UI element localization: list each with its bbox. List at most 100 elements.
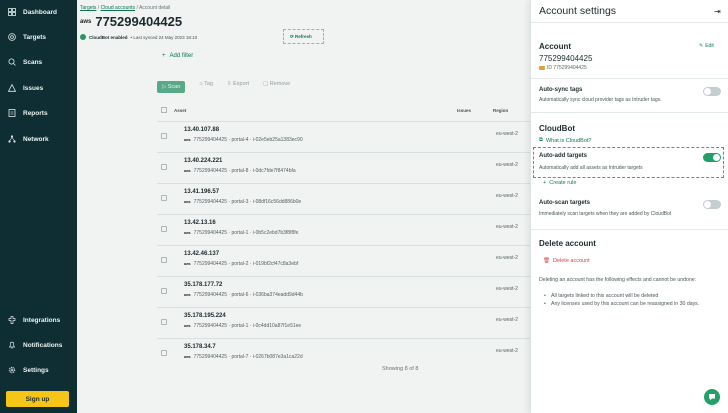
plus-icon: + <box>162 53 166 59</box>
delete-warning-text: Deleting an account has the following ef… <box>539 277 697 283</box>
asset-detail: 775299404425 · portal-3 · i-08df16c56dd8… <box>193 199 302 205</box>
plus-icon: + <box>543 180 547 186</box>
col-issues[interactable]: Issues <box>457 108 471 113</box>
row-checkbox[interactable] <box>161 319 167 325</box>
sidebar-item-integrations[interactable]: Integrations <box>8 316 60 324</box>
asset-detail: 775299404425 · portal-4 · i-02e5eb25a138… <box>193 137 303 143</box>
row-checkbox[interactable] <box>161 133 167 139</box>
pencil-icon: ✎ <box>699 43 704 49</box>
sidebar: Dashboard Targets Scans Issues Reports N… <box>0 0 77 413</box>
row-checkbox[interactable] <box>161 350 167 356</box>
asset-ip: 13.40.107.88 <box>184 127 220 133</box>
remove-button[interactable]: ▢ Remove <box>263 81 290 93</box>
table-row[interactable]: 13.40.107.88 aws 775299404425 · portal-4 ·… <box>157 121 530 152</box>
sidebar-item-dashboard[interactable]: Dashboard <box>8 8 57 16</box>
aws-logo: aws <box>80 18 92 25</box>
gear-icon <box>8 366 16 374</box>
asset-ip: 13.41.196.57 <box>184 189 220 195</box>
sidebar-item-reports[interactable]: Reports <box>8 109 48 117</box>
integrations-icon <box>8 316 16 324</box>
page-title: 775299404425 <box>95 14 183 29</box>
auto-scan-label: Auto-scan targets <box>539 200 591 206</box>
auto-scan-toggle[interactable] <box>703 200 721 209</box>
aws-icon: aws <box>184 169 191 173</box>
what-is-cloudbot-link[interactable]: ⧉ What is CloudBot? <box>539 137 592 144</box>
add-filter-button[interactable]: + Add filter <box>162 53 193 59</box>
table-row[interactable]: 35.178.34.7 aws 775299404425 · portal-7 · … <box>157 338 530 369</box>
sidebar-item-label: Scans <box>23 58 43 66</box>
asset-region: eu-west-2 <box>496 348 518 354</box>
sidebar-item-scans[interactable]: Scans <box>8 58 42 66</box>
refresh-button[interactable]: ⟳ Refresh <box>290 34 312 40</box>
export-button[interactable]: ⇩ Export <box>227 81 249 93</box>
auto-sync-label: Auto-sync tags <box>539 87 583 93</box>
targets-icon <box>8 33 16 41</box>
asset-region: eu-west-2 <box>496 255 518 261</box>
panel-title: Account settings <box>539 5 617 17</box>
sidebar-item-targets[interactable]: Targets <box>8 33 46 41</box>
table-row[interactable]: 13.42.46.137 aws 775299404425 · portal-2 ·… <box>157 245 530 276</box>
asset-ip: 35.178.177.72 <box>184 282 223 288</box>
col-region[interactable]: Region <box>493 108 508 113</box>
sidebar-item-label: Reports <box>23 109 48 117</box>
asset-detail: 775299404425 · portal-7 · i-0267b087e3a1… <box>193 354 303 360</box>
page-title-row: aws 775299404425 <box>80 14 182 29</box>
asset-region: eu-west-2 <box>496 224 518 230</box>
sidebar-item-settings[interactable]: Settings <box>8 366 49 374</box>
asset-detail: 775299404425 · portal-1 · i-0b5c2ebd7b3f… <box>193 230 299 236</box>
delete-heading: Delete account <box>539 239 596 248</box>
table-footer-count: Showing 8 of 8 <box>382 366 419 372</box>
table-row[interactable]: 13.41.196.57 aws 775299404425 · portal-3 ·… <box>157 183 530 214</box>
auto-sync-desc: Automatically sync cloud provider tags a… <box>539 97 662 103</box>
asset-ip: 35.178.195.224 <box>184 313 226 319</box>
asset-region: eu-west-2 <box>496 162 518 168</box>
account-name: 775299404425 <box>539 54 593 63</box>
row-checkbox[interactable] <box>161 257 167 263</box>
breadcrumb-targets[interactable]: Targets <box>80 5 96 11</box>
edit-account-button[interactable]: ✎ Edit <box>699 43 714 49</box>
table-row[interactable]: 13.42.13.16 aws 775299404425 · portal-1 · … <box>157 214 530 245</box>
auto-scan-desc: Immediately scan targets when they are a… <box>539 211 672 217</box>
aws-icon: aws <box>184 231 191 235</box>
dashboard-icon <box>8 8 16 16</box>
cloudbot-icon <box>80 34 86 40</box>
chat-button[interactable] <box>704 389 720 405</box>
sidebar-item-label: Network <box>23 135 49 143</box>
sidebar-item-notifications[interactable]: Notifications <box>8 341 62 349</box>
sidebar-item-network[interactable]: Network <box>8 135 49 143</box>
row-checkbox[interactable] <box>161 288 167 294</box>
tag-button[interactable]: ⌂ Tag <box>199 81 213 93</box>
chat-icon <box>709 394 715 401</box>
sidebar-item-label: Dashboard <box>23 8 57 16</box>
sidebar-item-label: Targets <box>23 33 46 41</box>
collapse-panel-icon[interactable]: ⇥ <box>714 7 721 16</box>
row-checkbox[interactable] <box>161 226 167 232</box>
auto-add-highlight <box>533 147 724 178</box>
create-rule-button[interactable]: + Create rule <box>543 180 576 186</box>
asset-region: eu-west-2 <box>496 131 518 137</box>
table-row[interactable]: 35.178.195.224 aws 775299404425 · portal-1… <box>157 307 530 338</box>
divider <box>531 112 728 113</box>
asset-ip: 35.178.34.7 <box>184 344 216 350</box>
breadcrumb-current: Account detail <box>138 5 171 11</box>
issues-icon <box>8 84 16 92</box>
sidebar-item-issues[interactable]: Issues <box>8 84 43 92</box>
auto-sync-toggle[interactable] <box>703 87 721 96</box>
aws-icon: aws <box>184 293 191 297</box>
reports-icon <box>8 109 16 117</box>
breadcrumb-cloud-accounts[interactable]: Cloud accounts <box>101 5 135 11</box>
divider <box>531 22 728 23</box>
row-checkbox[interactable] <box>161 195 167 201</box>
col-asset[interactable]: Asset <box>174 108 186 113</box>
aws-icon: aws <box>184 200 191 204</box>
sign-up-button[interactable]: Sign up <box>6 391 69 407</box>
sidebar-item-label: Integrations <box>23 316 61 324</box>
table-row[interactable]: 35.178.177.72 aws 775299404425 · portal-6 … <box>157 276 530 307</box>
divider <box>531 78 728 79</box>
table-row[interactable]: 13.40.224.221 aws 775299404425 · portal-8 … <box>157 152 530 183</box>
delete-account-button[interactable]: 🗑 Delete account <box>543 258 590 264</box>
scan-button[interactable]: ▷ Scan <box>157 81 186 93</box>
select-all-checkbox[interactable] <box>161 107 167 113</box>
last-synced: • Last synced 24 May 2023 18:10 <box>130 34 198 40</box>
row-checkbox[interactable] <box>161 164 167 170</box>
